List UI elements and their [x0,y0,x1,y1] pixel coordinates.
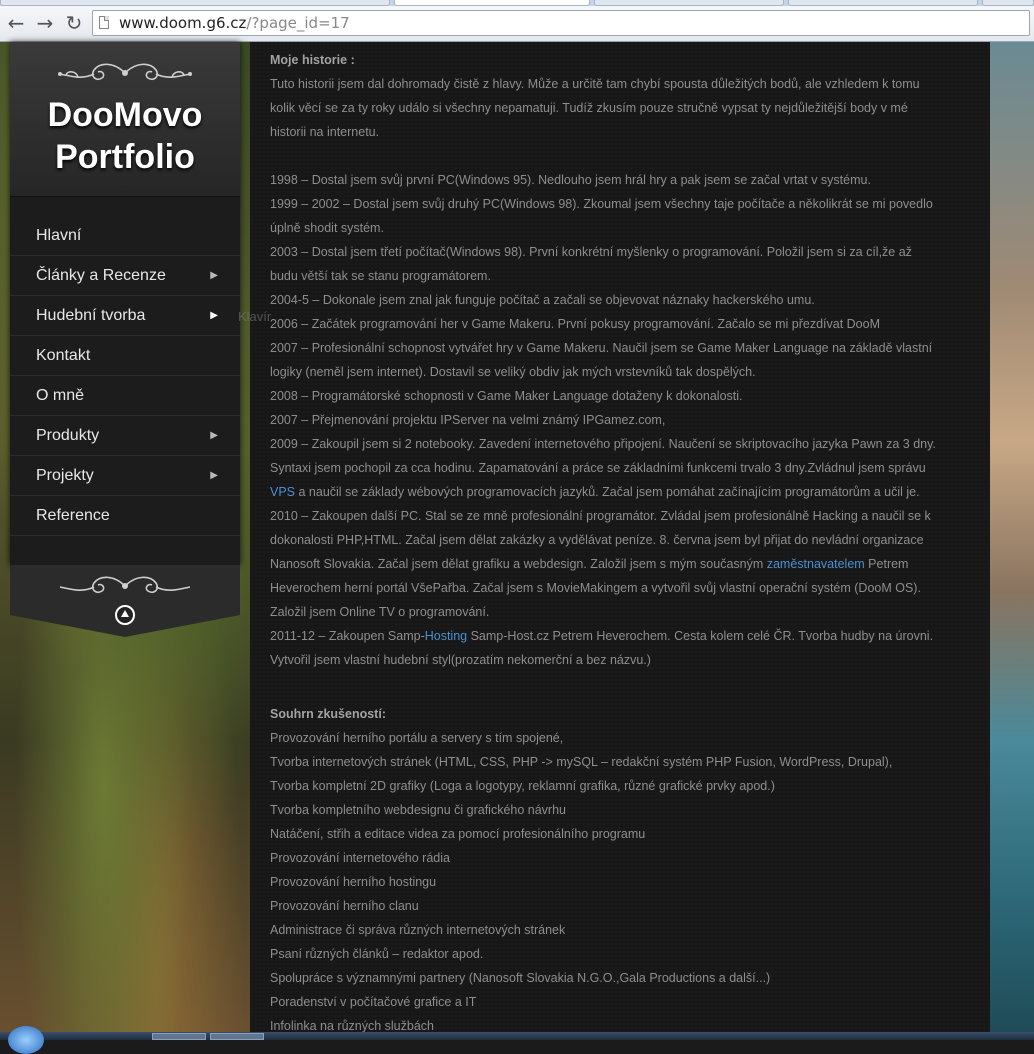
history-heading: Moje historie : [270,53,355,67]
menu-item-label: Produkty [36,427,100,444]
reload-icon[interactable]: ↻ [62,11,86,35]
main-content: Moje historie : Tuto historii jsem dal d… [250,42,990,1040]
menu-item-label: Články a Recenze [36,267,166,284]
menu-item-label: Hudební tvorba [36,307,146,324]
timeline-line: 2008 – Programátorské schopnosti v Game … [270,389,743,403]
menu-item-o-mne[interactable]: O mně [10,376,240,416]
summary-item: Provozování internetového rádia [270,851,450,865]
timeline-line: 2003 – Dostal jsem třetí počítač(Windows… [270,245,912,259]
menu-item-produkty[interactable]: Produkty ▶ [10,416,240,456]
timeline-line: 2009 – Zakoupil jsem si 2 notebooky. Zav… [270,437,936,451]
menu-item-hudebni-tvorba[interactable]: Hudební tvorba ▶ [10,296,240,336]
summary-item: Provozování herního portálu a servery s … [270,731,564,745]
menu-item-label: Kontakt [36,347,91,364]
menu-item-projekty[interactable]: Projekty ▶ [10,456,240,496]
timeline-line: 2004-5 – Dokonale jsem znal jak funguje … [270,293,815,307]
summary-item: Poradenství v počítačové grafice a IT [270,995,477,1009]
timeline-line: 2007 – Profesionální schopnost vytvářet … [270,341,933,355]
summary-item: Natáčení, střih a editace videa za pomoc… [270,827,646,841]
start-button-icon[interactable] [8,1026,44,1054]
timeline-line: budu větší tak se stanu programátorem. [270,269,491,283]
paragraph-line: historii na internetu. [270,125,380,139]
timeline-line: 2010 – Zakoupen další PC. Stal se ze mně… [270,509,931,523]
browser-toolbar: ← → ↻ www.doom.g6.cz/?page_id=17 [0,6,1034,42]
vps-link[interactable]: VPS [270,485,295,499]
summary-heading: Souhrn zkušeností: [270,707,386,721]
menu-item-kontakt[interactable]: Kontakt [10,336,240,376]
timeline-line: dokonalosti PHP,HTML. Začal jsem dělat z… [270,533,924,547]
os-taskbar [0,1026,1034,1054]
summary-item: Tvorba kompletní 2D grafiky (Loga a logo… [270,779,775,793]
summary-item: Provozování herního hostingu [270,875,437,889]
menu-item-label: Projekty [36,467,94,484]
chevron-right-icon: ▶ [210,270,218,281]
ornament-icon [58,63,192,81]
back-icon[interactable]: ← [4,11,28,35]
taskbar-button[interactable] [210,1033,264,1040]
page-icon [99,16,109,29]
timeline-line: logiky (neměl jsem internet). Dostavil s… [270,365,756,379]
timeline-line: Vytvořil jsem vlastní hudební styl(proza… [270,653,651,667]
forward-icon[interactable]: → [33,11,57,35]
menu-item-clanky-a-recenze[interactable]: Články a Recenze ▶ [10,256,240,296]
timeline-line: úplně shodit systém. [270,221,384,235]
timeline-line: Heverochem herní portál VšePařba. Začal … [270,581,921,595]
chevron-right-icon: ▶ [210,470,218,481]
address-bar[interactable]: www.doom.g6.cz/?page_id=17 [92,10,1030,36]
sidebar-footer-shape [10,565,240,637]
timeline-line: Syntaxi jsem pochopil za cca hodinu. Zap… [270,461,926,475]
employer-link[interactable]: zaměstnavatelem [767,557,865,571]
hosting-link[interactable]: Hosting [425,629,467,643]
sidebar: DooMovo Portfolio Hlavní Články a Recenz… [10,42,240,565]
timeline-line: 1999 – 2002 – Dostal jsem svůj druhý PC(… [270,197,933,211]
main-menu: Hlavní Články a Recenze ▶ Hudební tvorba ▶… [10,216,240,536]
summary-item: Tvorba kompletního webdesignu či grafick… [270,803,567,817]
menu-item-label: Reference [36,507,110,524]
timeline-line: 2007 – Přejmenování projektu IPServer na… [270,413,666,427]
summary-item: Provozování herního clanu [270,899,419,913]
summary-item: Administrace či správa různých interneto… [270,923,566,937]
scroll-top-icon[interactable] [115,605,135,625]
menu-item-reference[interactable]: Reference [10,496,240,536]
menu-item-label: Hlavní [36,227,82,244]
timeline-line: VPS a naučil se základy wébových program… [270,485,920,499]
chevron-right-icon: ▶ [210,430,218,441]
background-waterfall [988,42,1034,1040]
timeline-line: 2006 – Začátek programování her v Game M… [270,317,880,331]
site-title[interactable]: DooMovo Portfolio [10,94,240,178]
address-url: www.doom.g6.cz/?page_id=17 [119,14,350,32]
paragraph-line: Tuto historii jsem dal dohromady čistě z… [270,77,920,91]
submenu-flyout-item[interactable]: Klavír [238,309,271,324]
timeline-line: 2011-12 – Zakoupen Samp-Hosting Samp-Hos… [270,629,934,643]
summary-item: Spolupráce s významnými partnery (Nanoso… [270,971,771,985]
summary-item: Psaní různých článků – redaktor apod. [270,947,484,961]
taskbar-button[interactable] [152,1033,206,1040]
timeline-line: Založil jsem Online TV o programování. [270,605,490,619]
menu-item-hlavni[interactable]: Hlavní [10,216,240,256]
sidebar-footer [10,565,240,637]
paragraph-line: kolik věcí se za ty roky událo si všechn… [270,101,908,115]
summary-item: Tvorba internetových stránek (HTML, CSS,… [270,755,893,769]
menu-item-label: O mně [36,387,85,404]
timeline-line: 1998 – Dostal jsem svůj první PC(Windows… [270,173,871,187]
chevron-right-icon: ▶ [210,310,218,321]
timeline-line: Nanosoft Slovakia. Začal jsem dělat graf… [270,557,909,571]
site-branding: DooMovo Portfolio [10,42,240,197]
